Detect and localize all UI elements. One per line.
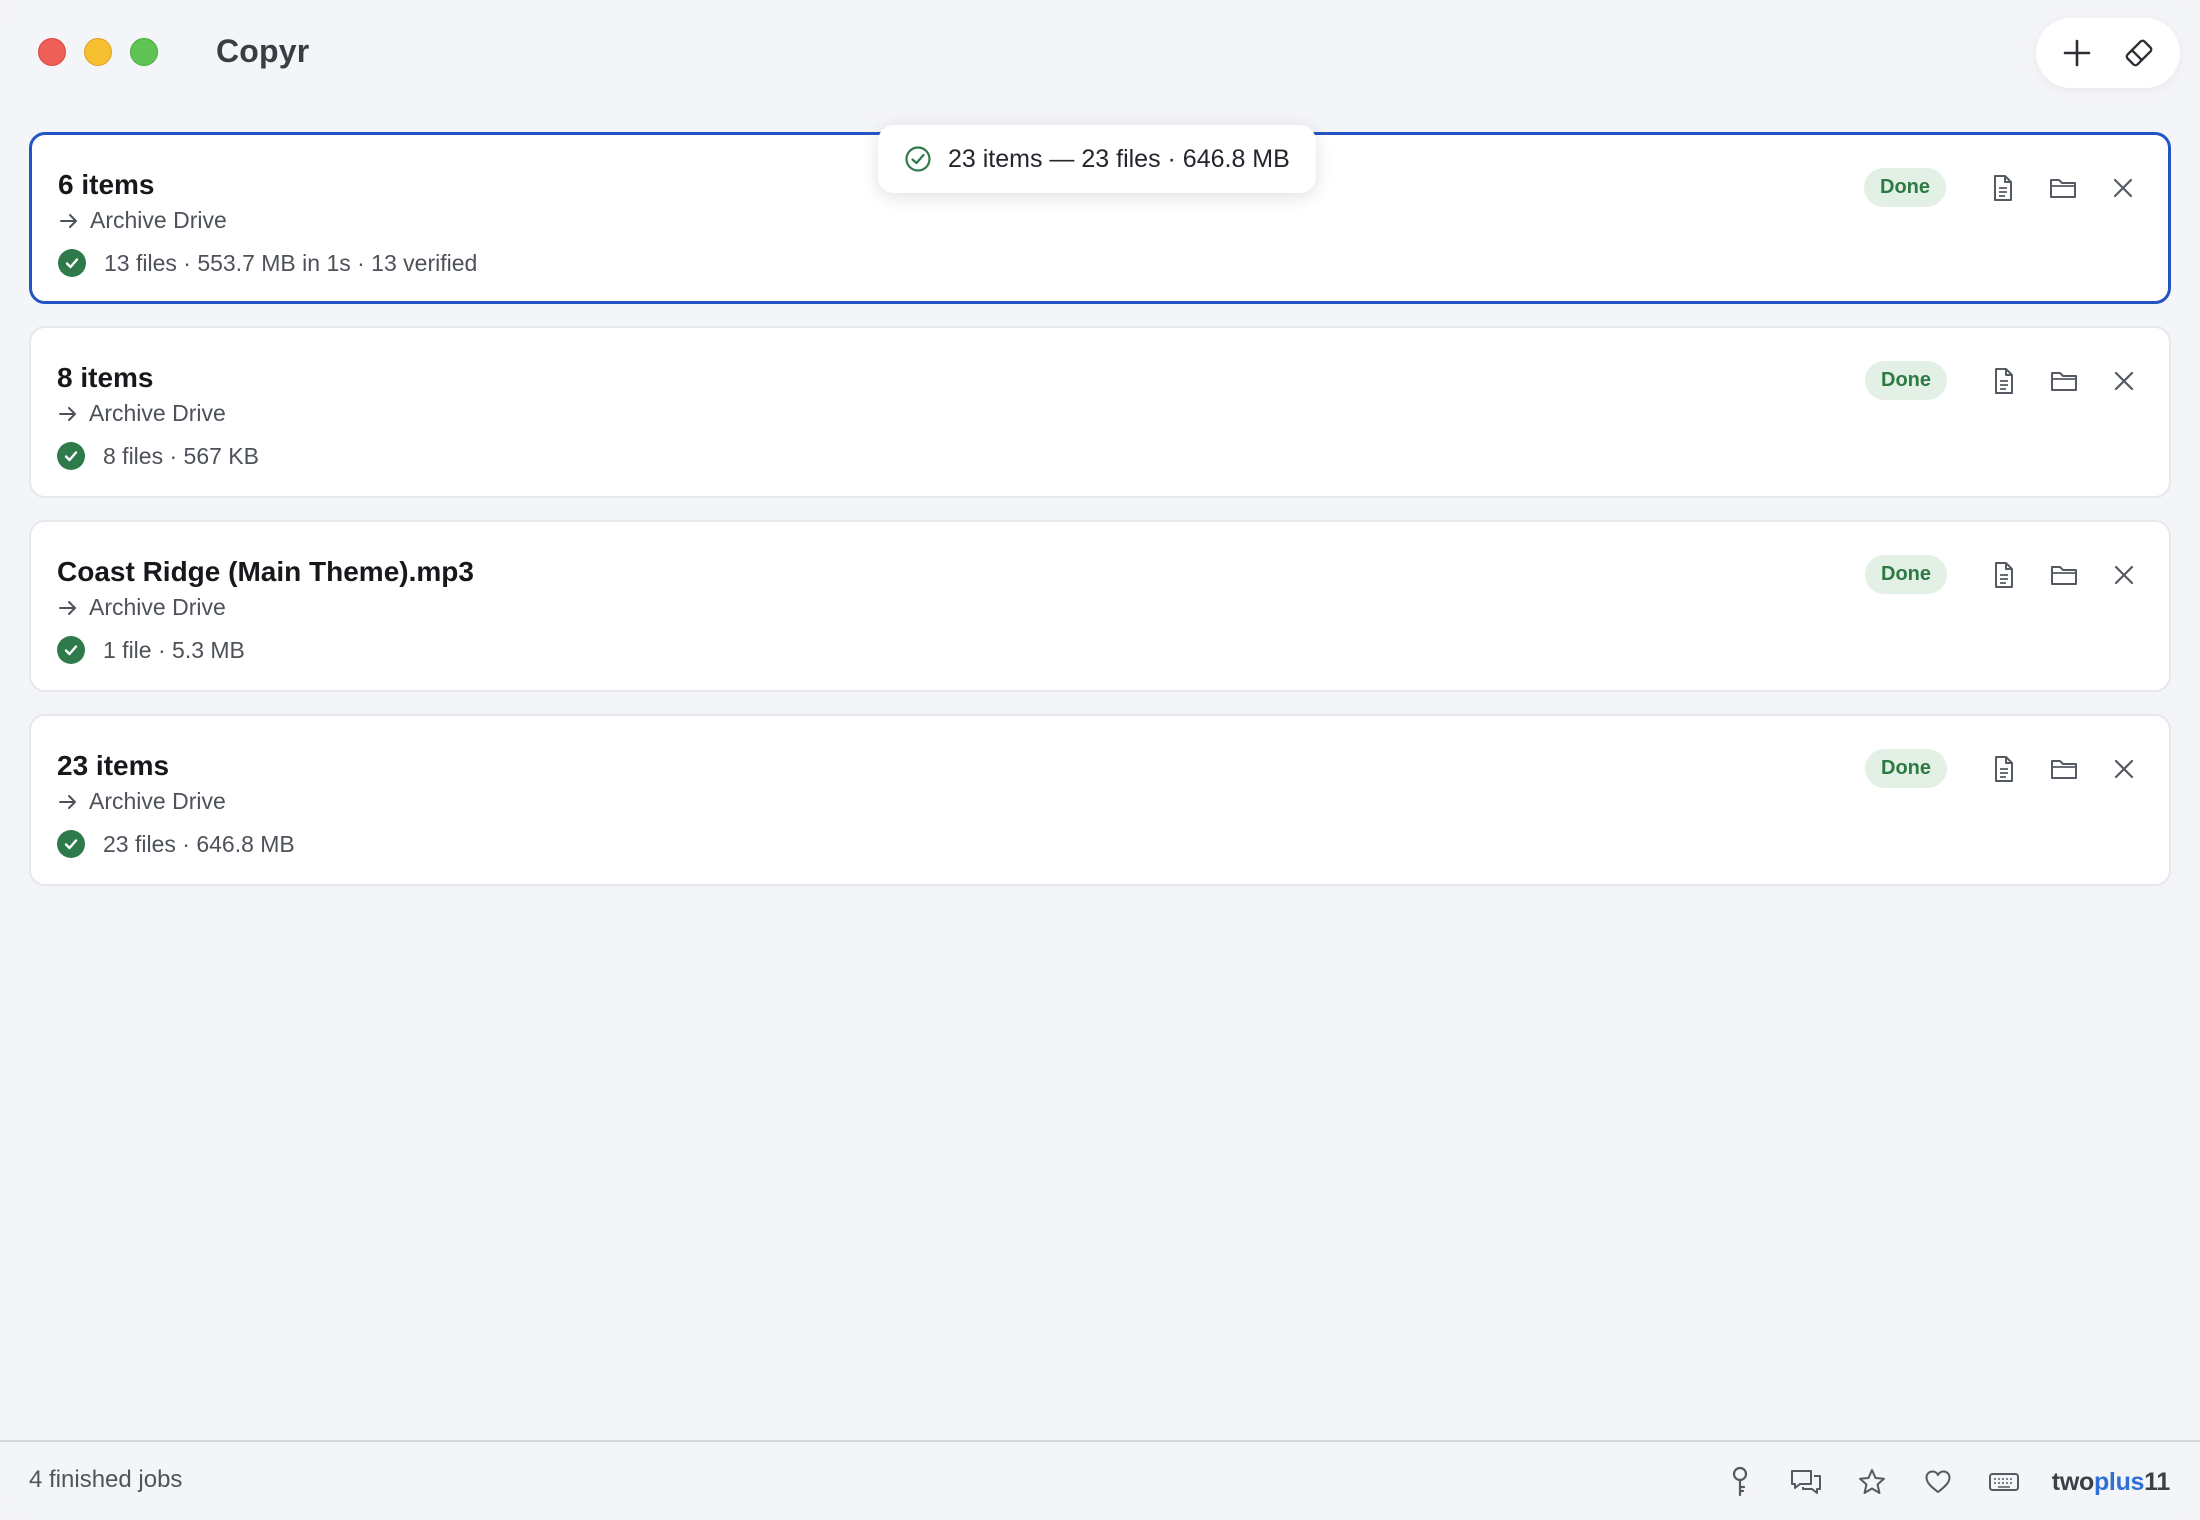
arrow-right-icon — [59, 794, 76, 809]
document-icon — [1995, 367, 2013, 394]
document-icon — [1995, 561, 2013, 588]
close-icon — [2114, 371, 2134, 390]
job-actions: Done — [1865, 749, 2143, 788]
stats-text: 13 files · 553.7 MB in 1s · 13 verified — [104, 249, 478, 276]
remove-job-button[interactable] — [2105, 362, 2143, 400]
view-log-button[interactable] — [1984, 169, 2022, 207]
reveal-in-finder-button[interactable] — [2045, 556, 2083, 594]
shortcuts-button[interactable] — [1986, 1464, 2022, 1500]
stats-text: 23 files · 646.8 MB — [103, 830, 295, 857]
add-job-button[interactable] — [2051, 27, 2103, 79]
close-icon — [2113, 178, 2133, 197]
remove-job-button[interactable] — [2105, 556, 2143, 594]
plus-icon — [2063, 39, 2091, 67]
brand-part-2: plus — [2093, 1467, 2145, 1496]
job-destination: Archive Drive — [57, 788, 226, 815]
close-icon — [2114, 565, 2134, 584]
close-icon — [2114, 759, 2134, 778]
job-card[interactable]: 8 items Archive Drive 8 files · 567 KB D… — [29, 326, 2171, 498]
success-check-icon — [57, 442, 85, 470]
job-title: 6 items — [58, 169, 155, 200]
document-icon — [1995, 755, 2013, 782]
brand-link[interactable]: twoplus11 — [2051, 1467, 2171, 1497]
star-icon — [1858, 1469, 1885, 1494]
job-destination: Archive Drive — [57, 400, 226, 427]
remove-job-button[interactable] — [2104, 169, 2142, 207]
finished-jobs-count: 4 finished jobs — [29, 1466, 183, 1493]
success-check-icon — [57, 830, 85, 858]
chat-icon — [1790, 1470, 1821, 1494]
folder-icon — [2051, 565, 2077, 585]
close-window-button[interactable] — [38, 38, 66, 66]
status-badge: Done — [1864, 168, 1946, 207]
brand-part-3: 11 — [2144, 1467, 2170, 1496]
eraser-icon — [2125, 39, 2153, 67]
job-stats: 8 files · 567 KB — [57, 442, 259, 470]
brand-part-1: two — [2051, 1467, 2094, 1496]
success-check-icon — [58, 249, 86, 277]
arrow-right-icon — [59, 406, 76, 421]
destination-label: Archive Drive — [89, 788, 226, 814]
app-title: Copyr — [216, 33, 310, 69]
destination-label: Archive Drive — [89, 594, 226, 620]
keyboard-icon — [1988, 1473, 2019, 1491]
success-check-icon — [57, 636, 85, 664]
document-icon — [1994, 174, 2012, 201]
status-badge: Done — [1865, 555, 1947, 594]
app-window: Copyr 23 items — 23 files · 646.8 MB 6 i… — [0, 0, 2200, 1520]
destination-label: Archive Drive — [90, 207, 227, 233]
window-controls — [38, 38, 158, 66]
folder-icon — [2051, 371, 2077, 391]
reveal-in-finder-button[interactable] — [2045, 362, 2083, 400]
completion-toast: 23 items — 23 files · 646.8 MB — [878, 125, 1316, 193]
folder-icon — [2051, 759, 2077, 779]
job-title: Coast Ridge (Main Theme).mp3 — [57, 556, 474, 587]
reveal-in-finder-button[interactable] — [2044, 169, 2082, 207]
view-log-button[interactable] — [1985, 556, 2023, 594]
job-destination: Archive Drive — [57, 594, 226, 621]
job-stats: 13 files · 553.7 MB in 1s · 13 verified — [58, 249, 477, 277]
license-button[interactable] — [1722, 1464, 1758, 1500]
arrow-right-icon — [60, 213, 77, 228]
folder-icon — [2050, 178, 2076, 198]
status-badge: Done — [1865, 361, 1947, 400]
minimize-window-button[interactable] — [84, 38, 112, 66]
reveal-in-finder-button[interactable] — [2045, 750, 2083, 788]
view-log-button[interactable] — [1985, 362, 2023, 400]
job-actions: Done — [1865, 361, 2143, 400]
job-actions: Done — [1865, 555, 2143, 594]
status-badge: Done — [1865, 749, 1947, 788]
job-actions: Done — [1864, 168, 2142, 207]
clear-finished-button[interactable] — [2113, 27, 2165, 79]
destination-label: Archive Drive — [89, 400, 226, 426]
view-log-button[interactable] — [1985, 750, 2023, 788]
job-card[interactable]: Coast Ridge (Main Theme).mp3 Archive Dri… — [29, 520, 2171, 692]
job-list: 6 items Archive Drive 13 files · 553.7 M… — [29, 132, 2171, 908]
job-card[interactable]: 23 items Archive Drive 23 files · 646.8 … — [29, 714, 2171, 886]
arrow-right-icon — [59, 600, 76, 615]
stats-text: 8 files · 567 KB — [103, 442, 259, 469]
toast-text: 23 items — 23 files · 646.8 MB — [948, 144, 1290, 173]
job-destination: Archive Drive — [58, 207, 227, 234]
zoom-window-button[interactable] — [130, 38, 158, 66]
key-icon — [1732, 1466, 1747, 1497]
title-actions — [2036, 18, 2180, 88]
feedback-button[interactable] — [1788, 1464, 1824, 1500]
support-button[interactable] — [1920, 1464, 1956, 1500]
job-title: 23 items — [57, 750, 170, 781]
job-stats: 1 file · 5.3 MB — [57, 636, 245, 664]
rate-button[interactable] — [1854, 1464, 1890, 1500]
check-circle-icon — [905, 146, 931, 172]
heart-icon — [1925, 1470, 1951, 1493]
stats-text: 1 file · 5.3 MB — [103, 636, 245, 663]
remove-job-button[interactable] — [2105, 750, 2143, 788]
job-stats: 23 files · 646.8 MB — [57, 830, 295, 858]
footer-actions: twoplus11 — [1722, 1456, 2170, 1508]
status-bar: 4 finished jobs twoplus11 — [0, 1440, 2200, 1520]
job-title: 8 items — [57, 362, 154, 393]
